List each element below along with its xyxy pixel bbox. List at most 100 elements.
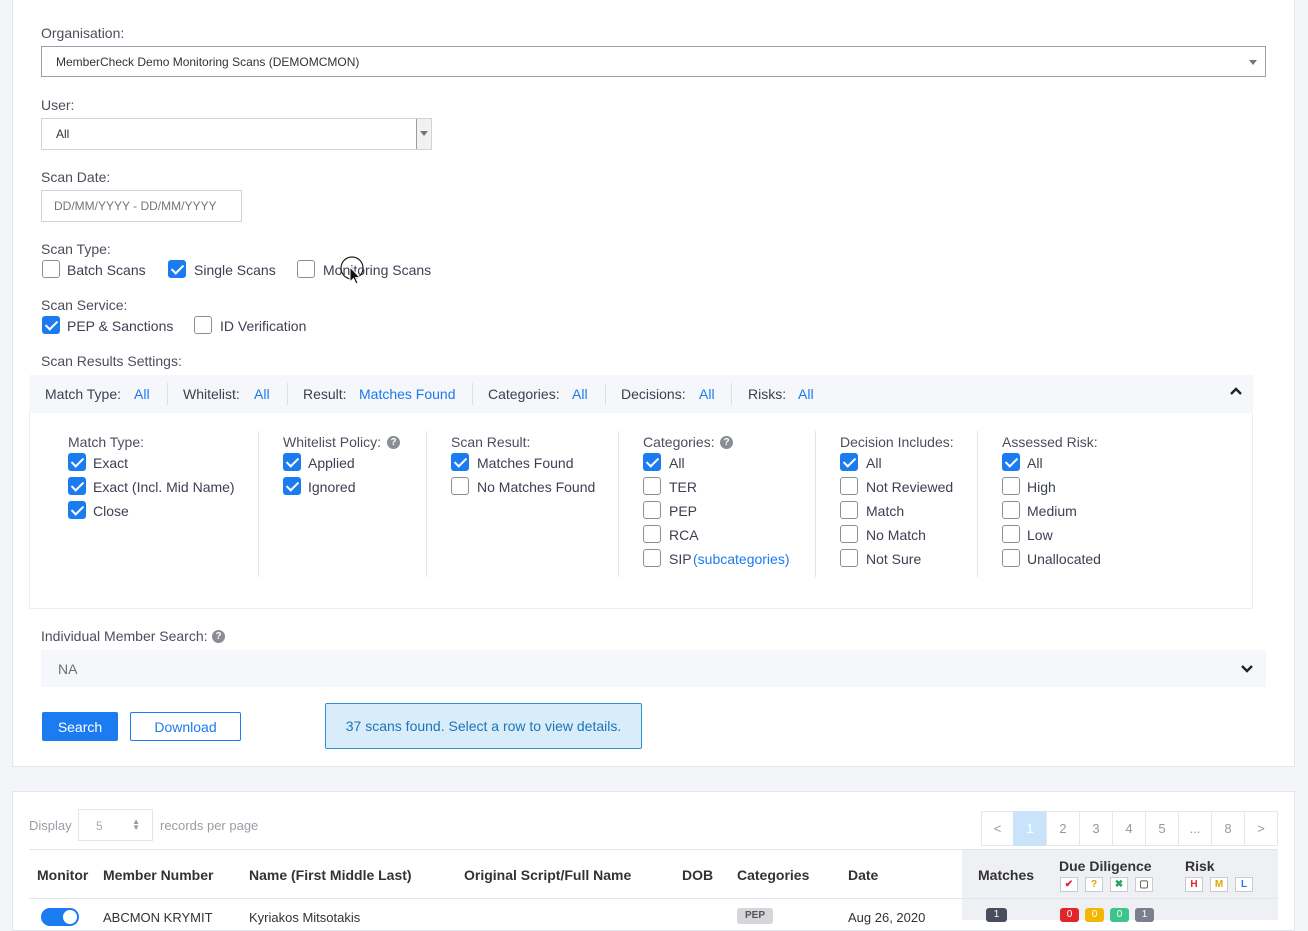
header-original-script[interactable]: Original Script/Full Name: [464, 867, 631, 883]
risk-high-icon[interactable]: H: [1185, 877, 1203, 892]
risk-medium-checkbox[interactable]: [1002, 501, 1020, 519]
scan-date-label: Scan Date:: [41, 169, 111, 185]
batch-scans-checkbox[interactable]: [42, 260, 60, 278]
summary-categories-label: Categories:: [488, 386, 560, 402]
divider: [472, 383, 473, 405]
match-exact-checkbox[interactable]: [68, 453, 86, 471]
category-pep-checkbox[interactable]: [643, 501, 661, 519]
category-ter-checkbox[interactable]: [643, 477, 661, 495]
pagination-page-2[interactable]: 2: [1046, 811, 1080, 846]
updown-icon: ▲ ▼: [132, 817, 140, 832]
chevron-down-icon: [420, 131, 428, 136]
summary-risks-value[interactable]: All: [798, 386, 814, 402]
header-monitor[interactable]: Monitor: [37, 867, 88, 883]
decision-not-sure-checkbox[interactable]: [840, 549, 858, 567]
sip-subcategories-link[interactable]: (subcategories): [693, 551, 790, 567]
summary-categories-value[interactable]: All: [572, 386, 588, 402]
member-search-label: Individual Member Search:: [41, 628, 208, 644]
summary-risks-label: Risks:: [748, 386, 787, 402]
risk-low-icon[interactable]: L: [1235, 877, 1253, 892]
dd-not-reviewed-icon[interactable]: ▢: [1135, 877, 1153, 892]
dd-match-icon[interactable]: ✔: [1060, 877, 1078, 892]
header-dob[interactable]: DOB: [682, 867, 713, 883]
help-icon[interactable]: ?: [720, 436, 733, 449]
result-no-matches-checkbox[interactable]: [451, 477, 469, 495]
result-matches-found-checkbox[interactable]: [451, 453, 469, 471]
row-dd-no-match-count[interactable]: 0: [1110, 908, 1129, 922]
scans-found-alert: 37 scans found. Select a row to view det…: [325, 703, 642, 749]
pagination-page-8[interactable]: 8: [1211, 811, 1245, 846]
dd-no-match-icon[interactable]: ✖: [1110, 877, 1128, 892]
summary-decisions-value[interactable]: All: [699, 386, 715, 402]
organisation-select[interactable]: MemberCheck Demo Monitoring Scans (DEMOM…: [41, 46, 1266, 77]
match-exact-mid-checkbox[interactable]: [68, 477, 86, 495]
member-search-select[interactable]: NA: [41, 650, 1266, 687]
help-icon[interactable]: ?: [387, 436, 400, 449]
pagination-page-4[interactable]: 4: [1112, 811, 1146, 846]
whitelist-applied-checkbox[interactable]: [283, 453, 301, 471]
user-select[interactable]: All: [41, 118, 432, 150]
row-matches-badge[interactable]: 1: [986, 908, 1007, 922]
row-dd-match-count[interactable]: 0: [1060, 908, 1079, 922]
user-dropdown-button[interactable]: [416, 119, 431, 149]
header-matches[interactable]: Matches: [978, 867, 1034, 883]
category-rca-label: RCA: [669, 527, 699, 543]
scan-results-summary-bar[interactable]: Match Type: All Whitelist: All Result: M…: [29, 375, 1253, 413]
scan-result-title: Scan Result:: [451, 434, 531, 450]
pagination-next[interactable]: >: [1244, 811, 1278, 846]
id-verification-checkbox[interactable]: [194, 316, 212, 334]
whitelist-applied-label: Applied: [308, 455, 355, 471]
decision-match-checkbox[interactable]: [840, 501, 858, 519]
risk-medium-icon[interactable]: M: [1210, 877, 1228, 892]
records-per-page-select[interactable]: 5 ▲ ▼: [78, 809, 153, 841]
divider: [287, 383, 288, 405]
header-due-diligence[interactable]: Due Diligence: [1059, 858, 1152, 874]
pagination-page-3[interactable]: 3: [1079, 811, 1113, 846]
single-scans-checkbox[interactable]: [168, 260, 186, 278]
pagination-prev[interactable]: <: [981, 811, 1014, 846]
header-date[interactable]: Date: [848, 867, 878, 883]
row-dd-not-sure-count[interactable]: 0: [1085, 908, 1104, 922]
monitoring-scans-checkbox[interactable]: [297, 260, 315, 278]
divider: [618, 431, 619, 577]
risk-high-checkbox[interactable]: [1002, 477, 1020, 495]
dd-not-sure-icon[interactable]: ?: [1085, 877, 1103, 892]
category-rca-checkbox[interactable]: [643, 525, 661, 543]
match-close-label: Close: [93, 503, 129, 519]
header-member-number[interactable]: Member Number: [103, 867, 213, 883]
category-all-checkbox[interactable]: [643, 453, 661, 471]
search-button[interactable]: Search: [42, 712, 118, 741]
header-categories[interactable]: Categories: [737, 867, 809, 883]
scan-date-input[interactable]: [41, 190, 242, 222]
monitor-toggle[interactable]: [41, 908, 79, 926]
organisation-label: Organisation:: [41, 25, 125, 41]
help-icon[interactable]: ?: [212, 630, 225, 643]
pagination-page-5[interactable]: 5: [1145, 811, 1179, 846]
header-risk[interactable]: Risk: [1185, 858, 1215, 874]
download-button[interactable]: Download: [130, 712, 241, 741]
summary-result-value[interactable]: Matches Found: [359, 386, 456, 402]
row-dd-not-reviewed-count[interactable]: 1: [1135, 908, 1154, 922]
divider: [167, 383, 168, 405]
risk-unallocated-checkbox[interactable]: [1002, 549, 1020, 567]
decision-no-match-checkbox[interactable]: [840, 525, 858, 543]
whitelist-ignored-checkbox[interactable]: [283, 477, 301, 495]
id-verification-label: ID Verification: [220, 318, 307, 334]
risk-all-checkbox[interactable]: [1002, 453, 1020, 471]
organisation-value: MemberCheck Demo Monitoring Scans (DEMOM…: [56, 54, 360, 69]
risk-low-checkbox[interactable]: [1002, 525, 1020, 543]
summary-whitelist-value[interactable]: All: [254, 386, 270, 402]
risk-all-label: All: [1027, 455, 1043, 471]
match-close-checkbox[interactable]: [68, 501, 86, 519]
pep-sanctions-checkbox[interactable]: [42, 316, 60, 334]
category-sip-checkbox[interactable]: [643, 549, 661, 567]
match-exact-mid-label: Exact (Incl. Mid Name): [93, 479, 235, 495]
chevron-up-icon[interactable]: [1229, 385, 1243, 397]
header-name[interactable]: Name (First Middle Last): [249, 867, 412, 883]
pagination-page-1[interactable]: 1: [1013, 811, 1047, 846]
decision-all-checkbox[interactable]: [840, 453, 858, 471]
decision-no-match-label: No Match: [866, 527, 926, 543]
decision-not-reviewed-checkbox[interactable]: [840, 477, 858, 495]
summary-match-type-value[interactable]: All: [134, 386, 150, 402]
decision-not-sure-label: Not Sure: [866, 551, 922, 567]
